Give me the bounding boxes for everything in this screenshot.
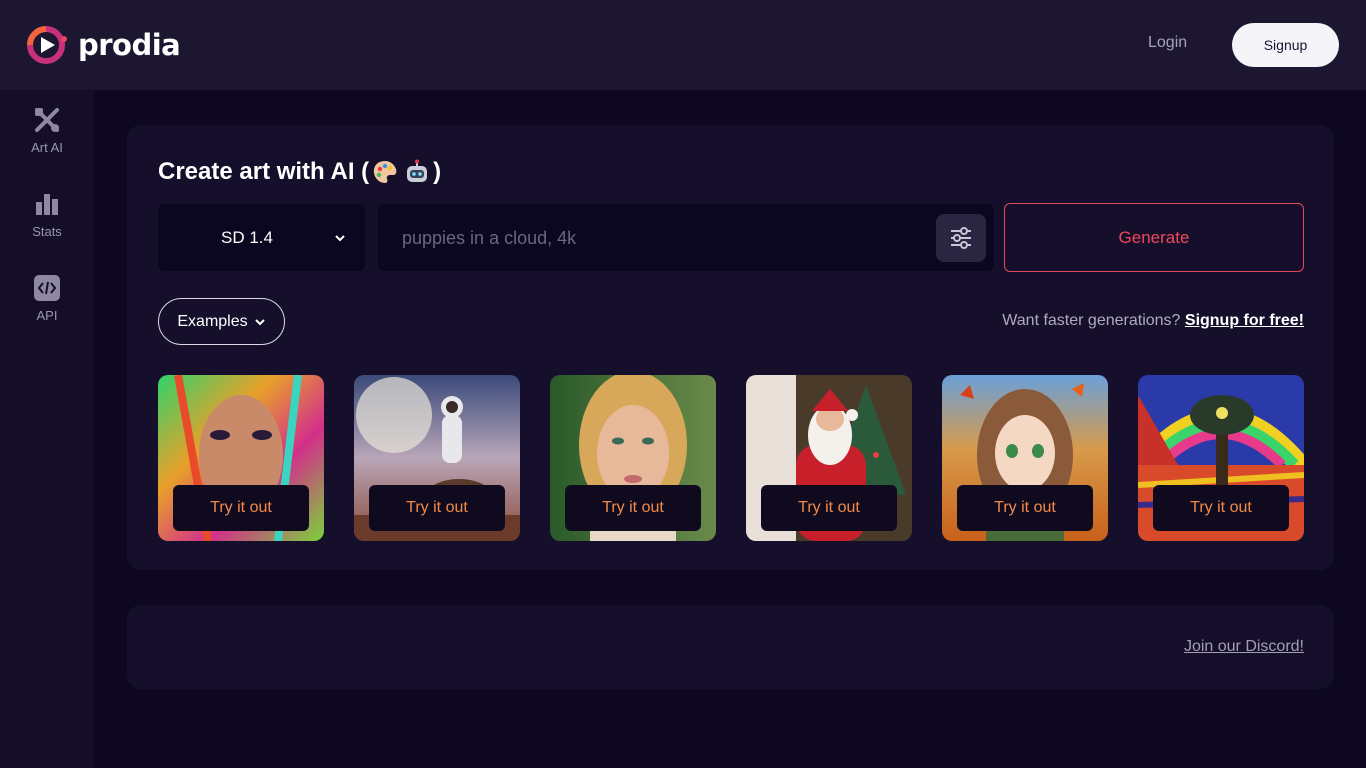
title-text: Create art with AI (: [158, 158, 370, 185]
examples-label: Examples: [177, 312, 248, 330]
robot-emoji-icon: [407, 159, 428, 182]
example-card[interactable]: Try it out: [1138, 375, 1304, 541]
signup-button[interactable]: Signup: [1232, 23, 1339, 67]
faster-text: Want faster generations?: [1002, 312, 1181, 329]
sidebar-item-api[interactable]: API: [0, 274, 94, 323]
palette-emoji-icon: [374, 161, 397, 183]
generate-button[interactable]: Generate: [1004, 203, 1304, 272]
sidebar-item-stats[interactable]: Stats: [0, 190, 94, 239]
prodia-logo-icon: [27, 26, 67, 64]
login-link[interactable]: Login: [1148, 34, 1187, 52]
crossed-tools-icon: [35, 108, 59, 132]
chevron-down-icon: [254, 318, 265, 325]
sliders-icon: [951, 227, 971, 249]
prompt-field: [378, 204, 994, 271]
sidebar-item-art-ai[interactable]: Art AI: [0, 106, 94, 155]
signup-free-link[interactable]: Signup for free!: [1185, 312, 1304, 329]
model-selected-value: SD 1.4: [221, 228, 273, 247]
model-select[interactable]: SD 1.4: [158, 204, 365, 271]
top-bar: prodia Login Signup: [0, 0, 1366, 90]
example-card[interactable]: Try it out: [746, 375, 912, 541]
example-card[interactable]: Try it out: [354, 375, 520, 541]
try-it-out-button[interactable]: Try it out: [173, 485, 309, 531]
brand-name: prodia: [78, 28, 181, 62]
example-card[interactable]: Try it out: [158, 375, 324, 541]
bar-chart-icon: [36, 194, 58, 215]
example-card[interactable]: Try it out: [942, 375, 1108, 541]
try-it-out-button[interactable]: Try it out: [369, 485, 505, 531]
discord-card: [127, 605, 1334, 689]
example-card[interactable]: Try it out: [550, 375, 716, 541]
chevron-down-icon: [335, 235, 345, 242]
discord-link[interactable]: Join our Discord!: [1184, 638, 1304, 656]
page-title: Create art with AI ( ): [158, 156, 441, 188]
code-icon: [34, 275, 60, 301]
try-it-out-button[interactable]: Try it out: [565, 485, 701, 531]
prompt-input[interactable]: [402, 224, 922, 252]
faster-generations-text: Want faster generations? Signup for free…: [1002, 312, 1304, 330]
title-close: ): [433, 158, 442, 185]
sidebar-item-label: API: [36, 308, 58, 323]
logo[interactable]: prodia: [24, 26, 181, 64]
try-it-out-button[interactable]: Try it out: [957, 485, 1093, 531]
examples-dropdown-button[interactable]: Examples: [158, 298, 285, 345]
sidebar-item-label: Art AI: [31, 140, 63, 155]
sidebar-item-label: Stats: [32, 224, 62, 239]
sidebar: Art AI Stats API: [0, 90, 94, 768]
try-it-out-button[interactable]: Try it out: [1153, 485, 1289, 531]
settings-button[interactable]: [936, 214, 986, 262]
try-it-out-button[interactable]: Try it out: [761, 485, 897, 531]
